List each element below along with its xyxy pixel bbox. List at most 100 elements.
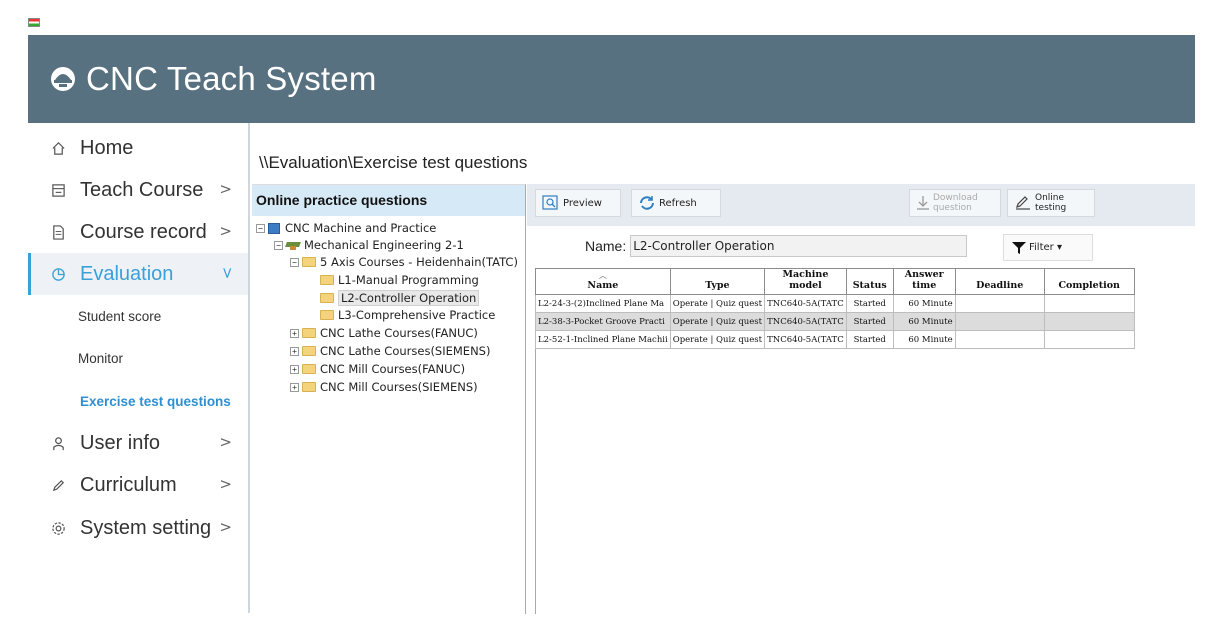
sidebar-subitem-monitor[interactable]: Monitor — [78, 351, 123, 366]
name-filter-row: Name: L2-Controller Operation — [585, 235, 968, 257]
name-field[interactable]: L2-Controller Operation — [630, 235, 968, 257]
tree-node-5-axis-courses[interactable]: − 5 Axis Courses - Heidenhain(TATC) — [290, 255, 518, 269]
monitor-icon — [48, 183, 68, 198]
breadcrumb: \\Evaluation\Exercise test questions — [259, 153, 528, 172]
column-header-type[interactable]: Type — [669, 268, 766, 295]
sidebar-item-label: Teach Course — [80, 178, 204, 201]
cell-answer-time: 60 Minute — [892, 294, 956, 313]
sidebar-item-label: Evaluation — [80, 262, 174, 285]
chevron-right-icon: > — [219, 433, 232, 451]
collapse-toggle-icon[interactable]: − — [274, 240, 283, 250]
column-header-machine-model[interactable]: Machine model — [764, 268, 847, 295]
expand-toggle-icon[interactable]: + — [290, 364, 299, 374]
funnel-icon — [1012, 241, 1026, 254]
tree-header: Online practice questions — [252, 185, 525, 216]
cnc-app-icon — [28, 18, 40, 27]
sidebar-item-course-record[interactable]: Course record > — [28, 211, 248, 253]
table-header-row: ︿ Name Type Machine model Status Answer t… — [535, 268, 1135, 295]
collapse-toggle-icon[interactable]: − — [256, 223, 265, 233]
pen-icon — [1014, 195, 1032, 211]
tree-node-mechanical-engineering[interactable]: − Mechanical Engineering 2-1 — [274, 238, 464, 252]
app-header: CNC Teach System — [28, 35, 1195, 123]
folder-icon — [302, 257, 316, 267]
tree-node-l3[interactable]: L3-Comprehensive Practice — [320, 308, 495, 322]
home-icon — [48, 141, 68, 156]
chevron-down-icon: > — [218, 266, 237, 280]
filter-button[interactable]: Filter ▾ — [1003, 234, 1093, 261]
sidebar-item-label: Home — [80, 136, 134, 159]
helmet-logo-icon — [51, 67, 75, 91]
app-title: CNC Teach System — [86, 60, 377, 97]
column-header-completion[interactable]: Completion — [1043, 268, 1135, 295]
computer-icon — [268, 222, 280, 234]
sidebar-item-evaluation[interactable]: Evaluation > — [28, 253, 248, 295]
sidebar-item-curriculum[interactable]: Curriculum > — [28, 464, 248, 506]
cell-answer-time: 60 Minute — [892, 312, 956, 331]
online-testing-button[interactable]: Online testing — [1007, 189, 1095, 217]
cell-answer-time: 60 Minute — [892, 330, 956, 349]
chevron-right-icon: > — [219, 180, 232, 198]
sidebar-subitem-exercise-test-questions[interactable]: Exercise test questions — [80, 394, 231, 409]
refresh-button[interactable]: Refresh — [631, 189, 721, 217]
graduation-cap-icon — [286, 239, 300, 251]
collapse-toggle-icon[interactable]: − — [290, 257, 299, 267]
tree-node-mill-siemens[interactable]: + CNC Mill Courses(SIEMENS) — [290, 380, 478, 394]
cell-deadline — [954, 330, 1045, 349]
pen-icon — [48, 478, 68, 493]
cell-name: L2-38-3-Pocket Groove Practi — [535, 312, 671, 331]
chevron-right-icon: > — [219, 518, 232, 536]
name-label: Name: — [585, 238, 627, 254]
gear-icon — [48, 521, 68, 536]
column-header-deadline[interactable]: Deadline — [954, 268, 1045, 295]
sidebar-subitem-student-score[interactable]: Student score — [78, 309, 161, 324]
table-row[interactable]: L2-24-3-(2)Inclined Plane Ma Operate | Q… — [535, 294, 1135, 313]
sidebar-item-home[interactable]: Home — [28, 127, 248, 169]
sidebar-item-label: Course record — [80, 220, 207, 243]
table-row[interactable]: L2-38-3-Pocket Groove Practi Operate | Q… — [535, 312, 1135, 331]
sort-caret-icon: ︿ — [598, 271, 607, 280]
chart-icon — [48, 267, 68, 282]
download-question-button[interactable]: Download question — [909, 189, 1001, 217]
sidebar-item-user-info[interactable]: User info > — [28, 422, 248, 464]
questions-main-panel: Preview Refresh Download question Online t… — [527, 184, 1195, 614]
cell-machine-model: TNC640-5A(TATC — [764, 312, 847, 331]
tree-node-lathe-siemens[interactable]: + CNC Lathe Courses(SIEMENS) — [290, 344, 490, 358]
tree-node-lathe-fanuc[interactable]: + CNC Lathe Courses(FANUC) — [290, 326, 478, 340]
document-icon — [48, 224, 68, 240]
tree-node-mill-fanuc[interactable]: + CNC Mill Courses(FANUC) — [290, 362, 465, 376]
column-header-answer-time[interactable]: Answer time — [892, 268, 956, 295]
question-tree-panel: Online practice questions − CNC Machine … — [252, 184, 526, 614]
cell-type: Operate | Quiz quest — [669, 312, 766, 331]
cell-machine-model: TNC640-5A(TATC — [764, 330, 847, 349]
column-header-name[interactable]: ︿ Name — [535, 268, 671, 295]
preview-button[interactable]: Preview — [535, 189, 621, 217]
expand-toggle-icon[interactable]: + — [290, 328, 299, 338]
refresh-icon — [638, 195, 656, 211]
cell-deadline — [954, 312, 1045, 331]
tree-node-l1[interactable]: L1-Manual Programming — [320, 273, 479, 287]
tree-node-l2-selected[interactable]: L2-Controller Operation — [320, 290, 480, 306]
table-row[interactable]: L2-52-1-Inclined Plane Machii Operate | … — [535, 330, 1135, 349]
sidebar-item-label: Curriculum — [80, 473, 177, 496]
sidebar-item-system-setting[interactable]: System setting > — [28, 507, 248, 549]
toolbar: Preview Refresh Download question Online t… — [527, 184, 1195, 226]
cell-deadline — [954, 294, 1045, 313]
sidebar-item-label: System setting — [80, 516, 212, 539]
cell-status: Started — [845, 312, 894, 331]
column-header-status[interactable]: Status — [845, 268, 894, 295]
cell-name: L2-24-3-(2)Inclined Plane Ma — [535, 294, 671, 313]
folder-icon — [320, 310, 334, 320]
folder-icon — [302, 346, 316, 356]
cell-completion — [1043, 330, 1135, 349]
user-icon — [48, 436, 68, 451]
expand-toggle-icon[interactable]: + — [290, 382, 299, 392]
folder-icon — [302, 364, 316, 374]
sidebar-item-teach-course[interactable]: Teach Course > — [28, 169, 248, 211]
expand-toggle-icon[interactable]: + — [290, 346, 299, 356]
cell-name: L2-52-1-Inclined Plane Machii — [535, 330, 671, 349]
cell-type: Operate | Quiz quest — [669, 294, 766, 313]
tree-node-cnc-machine[interactable]: − CNC Machine and Practice — [256, 221, 436, 235]
folder-icon — [320, 275, 334, 285]
sidebar-item-label: User info — [80, 431, 161, 454]
download-icon — [916, 195, 930, 211]
